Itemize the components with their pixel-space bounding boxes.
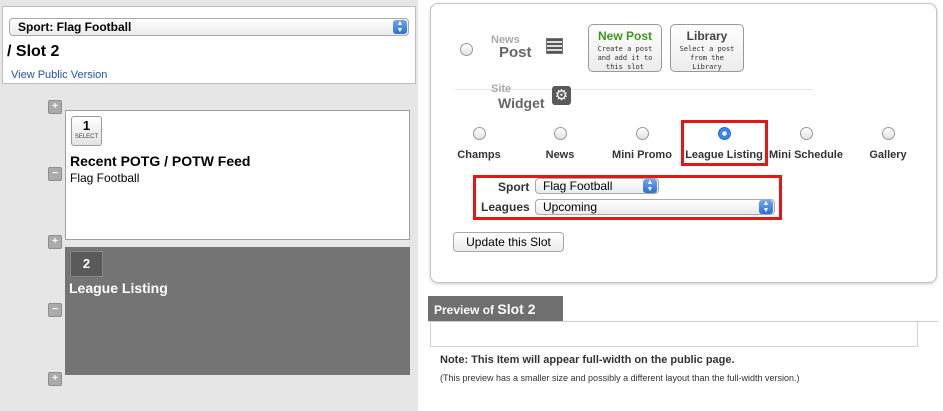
highlight-box — [681, 120, 768, 166]
widget-option-label: Champs — [457, 149, 501, 161]
post-label: Post — [499, 44, 532, 61]
slot-editor-panel: News Post New Post Create a post and add… — [430, 3, 937, 283]
widget-option-gallery[interactable]: Gallery — [843, 127, 933, 161]
slot-number: 1 — [82, 118, 91, 133]
widget-option-mini-promo[interactable]: Mini Promo — [597, 127, 687, 161]
slot-title: Recent POTG / POTW Feed — [70, 153, 251, 169]
preview-tab: Preview of Slot 2 — [428, 296, 563, 322]
slot-subtitle: Flag Football — [70, 171, 140, 185]
widget-radio[interactable] — [799, 127, 813, 140]
news-thumbnail-icon — [546, 38, 563, 54]
slot-title: League Listing — [69, 280, 168, 296]
new-post-desc: Create a post and add it to this slot — [597, 45, 653, 71]
slot-select-label: SELECT — [74, 134, 99, 140]
slot-item[interactable]: 1 SELECT Recent POTG / POTW Feed Flag Fo… — [65, 110, 410, 240]
remove-slot-icon[interactable]: − — [48, 167, 62, 181]
preview-tab-slot: Slot 2 — [497, 301, 536, 317]
preview-tab-prefix: Preview of — [434, 303, 495, 317]
slot-list-panel: Sport: Flag Football ▲ ▼ / Slot 2 View Pu… — [0, 0, 418, 411]
sport-filter-select[interactable]: Sport: Flag Football ▲ ▼ — [9, 18, 409, 36]
add-slot-icon[interactable]: + — [48, 372, 62, 386]
widget-option-champs[interactable]: Champs — [434, 127, 524, 161]
view-public-link[interactable]: View Public Version — [11, 69, 107, 81]
select-arrows-icon: ▲ ▼ — [393, 20, 407, 34]
news-post-radio[interactable] — [460, 43, 473, 56]
gear-icon: ⚙ — [552, 86, 571, 105]
add-slot-icon[interactable]: + — [48, 100, 62, 114]
sport-filter-value: Sport: Flag Football — [18, 20, 132, 34]
site-small-label: Site — [491, 83, 512, 95]
update-slot-button[interactable]: Update this Slot — [453, 232, 564, 252]
library-title: Library — [686, 29, 728, 43]
widget-option-label: Mini Promo — [612, 149, 672, 161]
widget-option-label: News — [545, 149, 575, 161]
widget-radio[interactable] — [635, 127, 649, 140]
widget-radio[interactable] — [472, 127, 486, 140]
slot-select-button[interactable]: 1 SELECT — [71, 116, 102, 146]
preview-note-small: (This preview has a smaller size and pos… — [440, 373, 800, 383]
slot-header: Sport: Flag Football ▲ ▼ / Slot 2 View Pu… — [2, 6, 416, 84]
library-desc: Select a post from the Library — [679, 45, 735, 71]
slot-item-selected[interactable]: 2 League Listing — [65, 247, 410, 375]
remove-slot-icon[interactable]: − — [48, 303, 62, 317]
widget-option-label: Gallery — [869, 149, 907, 161]
widget-option-label: Mini Schedule — [769, 149, 843, 161]
widget-radio[interactable] — [553, 127, 567, 140]
page-title: / Slot 2 — [7, 43, 60, 60]
new-post-title: New Post — [597, 29, 652, 43]
widget-radio[interactable] — [881, 127, 895, 140]
widget-option-news[interactable]: News — [515, 127, 605, 161]
slot-number[interactable]: 2 — [70, 251, 103, 277]
add-slot-icon[interactable]: + — [48, 235, 62, 249]
preview-area — [430, 322, 918, 347]
highlight-box — [473, 175, 782, 220]
preview-note: Note: This Item will appear full-width o… — [440, 354, 735, 366]
library-button[interactable]: Library Select a post from the Library — [670, 24, 744, 72]
new-post-button[interactable]: New Post Create a post and add it to thi… — [588, 24, 662, 72]
widget-label: Widget — [498, 95, 545, 111]
widget-option-mini-schedule[interactable]: Mini Schedule — [761, 127, 851, 161]
